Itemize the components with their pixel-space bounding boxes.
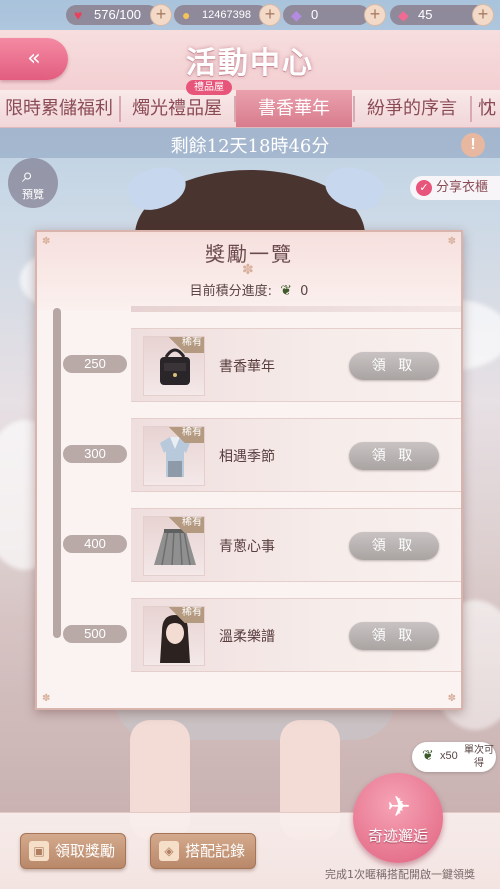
crystals-counter: ◆ 0 xyxy=(283,5,369,25)
reward-thumbnail[interactable]: 稀有 xyxy=(143,606,205,666)
leaf-count: x50 xyxy=(440,750,458,762)
claim-button[interactable]: 領 取 xyxy=(349,532,439,560)
milestone-marker: 250 xyxy=(63,355,127,373)
reward-name: 書香華年 xyxy=(219,359,275,375)
purple-gem-icon: ◆ xyxy=(291,7,302,23)
preview-button[interactable]: ⌕ 預覽 xyxy=(8,158,58,208)
reward-name: 青蔥心事 xyxy=(219,539,275,555)
countdown-bar: 剩餘12天18時46分 xyxy=(0,128,500,158)
heart-icon: ♥ xyxy=(74,7,83,23)
tab-prelude-of-dispute[interactable]: 紛爭的序言 xyxy=(356,90,468,127)
tab-candlelight-gift-house[interactable]: 燭光禮品屋 xyxy=(121,90,233,127)
reward-thumbnail[interactable]: 稀有 xyxy=(143,516,205,576)
reward-thumbnail[interactable]: 稀有 xyxy=(143,426,205,486)
claim-button[interactable]: 領 取 xyxy=(349,352,439,380)
tab-bookish-years[interactable]: 書香華年 xyxy=(236,90,352,127)
tab-recharge-benefits[interactable]: 限時累儲福利 xyxy=(0,90,118,127)
modal-header: 獎勵一覽 ✽ 目前積分進度: ❦ 0 xyxy=(37,232,461,310)
countdown-text: 剩餘12天18時46分 xyxy=(170,136,330,157)
corner-ornament-icon: ✽ xyxy=(42,236,51,247)
coins-counter: ● 12467398 xyxy=(174,5,268,25)
rare-tag: 稀有 xyxy=(168,517,204,533)
outfit-record-button[interactable]: ◈ 搭配記錄 xyxy=(150,833,256,869)
reward-name: 相遇季節 xyxy=(219,449,275,465)
claim-button[interactable]: 領 取 xyxy=(349,622,439,650)
score-progress: 目前積分進度: ❦ 0 xyxy=(189,283,309,299)
reward-row: 稀有 溫柔樂譜 領 取 xyxy=(131,598,461,672)
leaf-icon: ❦ xyxy=(422,748,434,764)
reward-name: 溫柔樂譜 xyxy=(219,629,275,645)
rewards-modal: 獎勵一覽 ✽ 目前積分進度: ❦ 0 ✽ ✽ ✽ ✽ 250 稀有 書香華年 領… xyxy=(35,230,463,710)
exclamation-icon: ! xyxy=(470,136,476,153)
progress-track[interactable] xyxy=(53,308,61,638)
claim-button[interactable]: 領 取 xyxy=(349,442,439,470)
preview-label: 預覽 xyxy=(22,188,44,201)
reward-thumbnail[interactable]: 稀有 xyxy=(143,336,205,396)
add-diamonds-button[interactable]: + xyxy=(472,4,494,26)
tab-next-partial[interactable]: 忱 xyxy=(474,90,500,127)
cat-coin-icon: ● xyxy=(182,7,191,23)
add-coins-button[interactable]: + xyxy=(259,4,281,26)
reward-row: 稀有 書香華年 領 取 xyxy=(131,328,461,402)
footer-note: 完成1次暱稱搭配開啟一鍵領獎 xyxy=(325,868,475,881)
corner-ornament-icon: ✽ xyxy=(447,693,456,704)
per-play-note: 單次可得 xyxy=(464,745,494,769)
reward-hint-bubble: ❦ x50 單次可得 xyxy=(412,742,496,772)
milestone-marker: 400 xyxy=(63,535,127,553)
add-crystals-button[interactable]: + xyxy=(364,4,386,26)
magnifier-icon: ⌕ xyxy=(22,163,34,187)
milestone-marker: 300 xyxy=(63,445,127,463)
paper-plane-icon: ✈ xyxy=(387,790,411,823)
share-wardrobe-button[interactable]: ✓ 分享衣櫃 xyxy=(410,176,500,200)
score-progress-value: 0 xyxy=(300,284,309,299)
gift-house-badge: 禮品屋 xyxy=(186,80,232,95)
check-icon: ✓ xyxy=(416,180,432,196)
rare-tag: 稀有 xyxy=(168,607,204,623)
corner-ornament-icon: ✽ xyxy=(42,693,51,704)
leaf-icon: ❦ xyxy=(280,283,292,299)
claim-rewards-button[interactable]: ▣ 領取獎勵 xyxy=(20,833,126,869)
gift-icon: ▣ xyxy=(29,841,49,861)
flower-ornament-icon: ✽ xyxy=(242,262,254,278)
cards-icon: ◈ xyxy=(159,841,179,861)
pink-diamond-icon: ◆ xyxy=(398,7,409,23)
tab-bar: 限時累儲福利 燭光禮品屋 書香華年 紛爭的序言 忱 xyxy=(0,90,500,128)
corner-ornament-icon: ✽ xyxy=(447,236,456,247)
status-bar: ♥ 576/100 + ● 12467398 + ◆ 0 + ◆ 45 + xyxy=(0,0,500,30)
rare-tag: 稀有 xyxy=(168,337,204,353)
milestone-marker: 500 xyxy=(63,625,127,643)
miracle-encounter-button[interactable]: ✈ 奇迹邂逅 xyxy=(353,773,443,863)
header: « 活動中心 xyxy=(0,30,500,90)
reward-row: 稀有 相遇季節 領 取 xyxy=(131,418,461,492)
hearts-counter: ♥ 576/100 xyxy=(66,5,158,25)
reward-row: 稀有 青蔥心事 領 取 xyxy=(131,508,461,582)
rare-tag: 稀有 xyxy=(168,427,204,443)
info-button[interactable]: ! xyxy=(461,133,485,157)
miracle-encounter-label: 奇迹邂逅 xyxy=(367,827,428,845)
page-title: 活動中心 xyxy=(186,46,314,81)
add-hearts-button[interactable]: + xyxy=(150,4,172,26)
share-wardrobe-label: 分享衣櫃 xyxy=(436,180,489,195)
